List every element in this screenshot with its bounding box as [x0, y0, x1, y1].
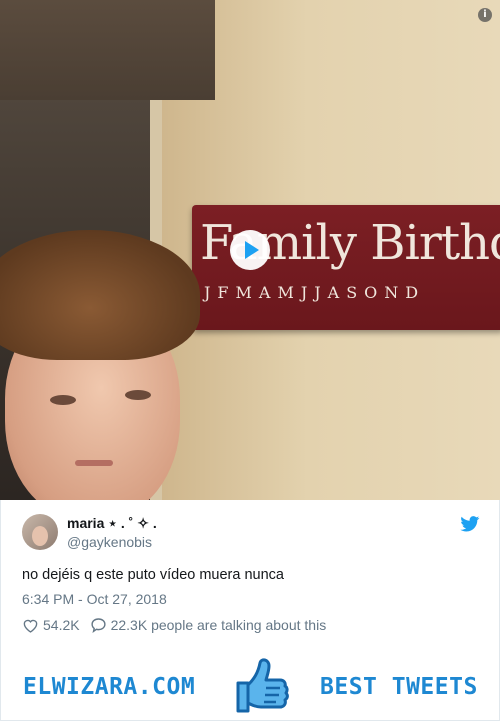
person-eye-left — [50, 395, 76, 405]
reply-icon[interactable] — [90, 617, 107, 633]
avatar-face — [32, 526, 48, 546]
tweet-stats: 54.2K 22.3K people are talking about thi… — [22, 617, 336, 633]
tweet-video[interactable]: Family Birthdays JFMAMJJASOND i — [0, 0, 500, 500]
info-icon[interactable]: i — [478, 8, 492, 22]
person-eye-right — [125, 390, 151, 400]
tweet-text: no dejéis q este puto vídeo muera nunca — [22, 567, 284, 583]
video-shelf-background — [0, 0, 215, 100]
likes-count[interactable]: 54.2K — [43, 617, 80, 633]
avatar[interactable] — [22, 514, 58, 550]
birthday-sign-months: JFMAMJJASOND — [204, 283, 426, 302]
person-hair — [0, 230, 200, 360]
video-person — [0, 230, 230, 500]
heart-icon[interactable] — [22, 618, 39, 633]
best-tweets-label[interactable]: BEST TWEETS — [320, 674, 478, 700]
twitter-bird-icon[interactable] — [460, 516, 480, 532]
author-handle[interactable]: @gaykenobis — [67, 534, 152, 550]
brand-name[interactable]: ELWIZARA.COM — [23, 674, 195, 700]
play-button[interactable] — [230, 230, 270, 270]
play-icon — [245, 241, 259, 259]
tweet-timestamp[interactable]: 6:34 PM - Oct 27, 2018 — [22, 591, 167, 607]
tweet-card: maria ⋆ . ˚ ✧ . @gaykenobis no dejéis q … — [0, 500, 500, 649]
author-name[interactable]: maria ⋆ . ˚ ✧ . — [67, 515, 157, 532]
replies-count[interactable]: 22.3K people are talking about this — [111, 617, 327, 633]
thumbs-up-icon — [236, 658, 289, 713]
site-banner: ELWIZARA.COM BEST TWEETS — [0, 648, 500, 721]
person-mouth — [75, 460, 113, 466]
